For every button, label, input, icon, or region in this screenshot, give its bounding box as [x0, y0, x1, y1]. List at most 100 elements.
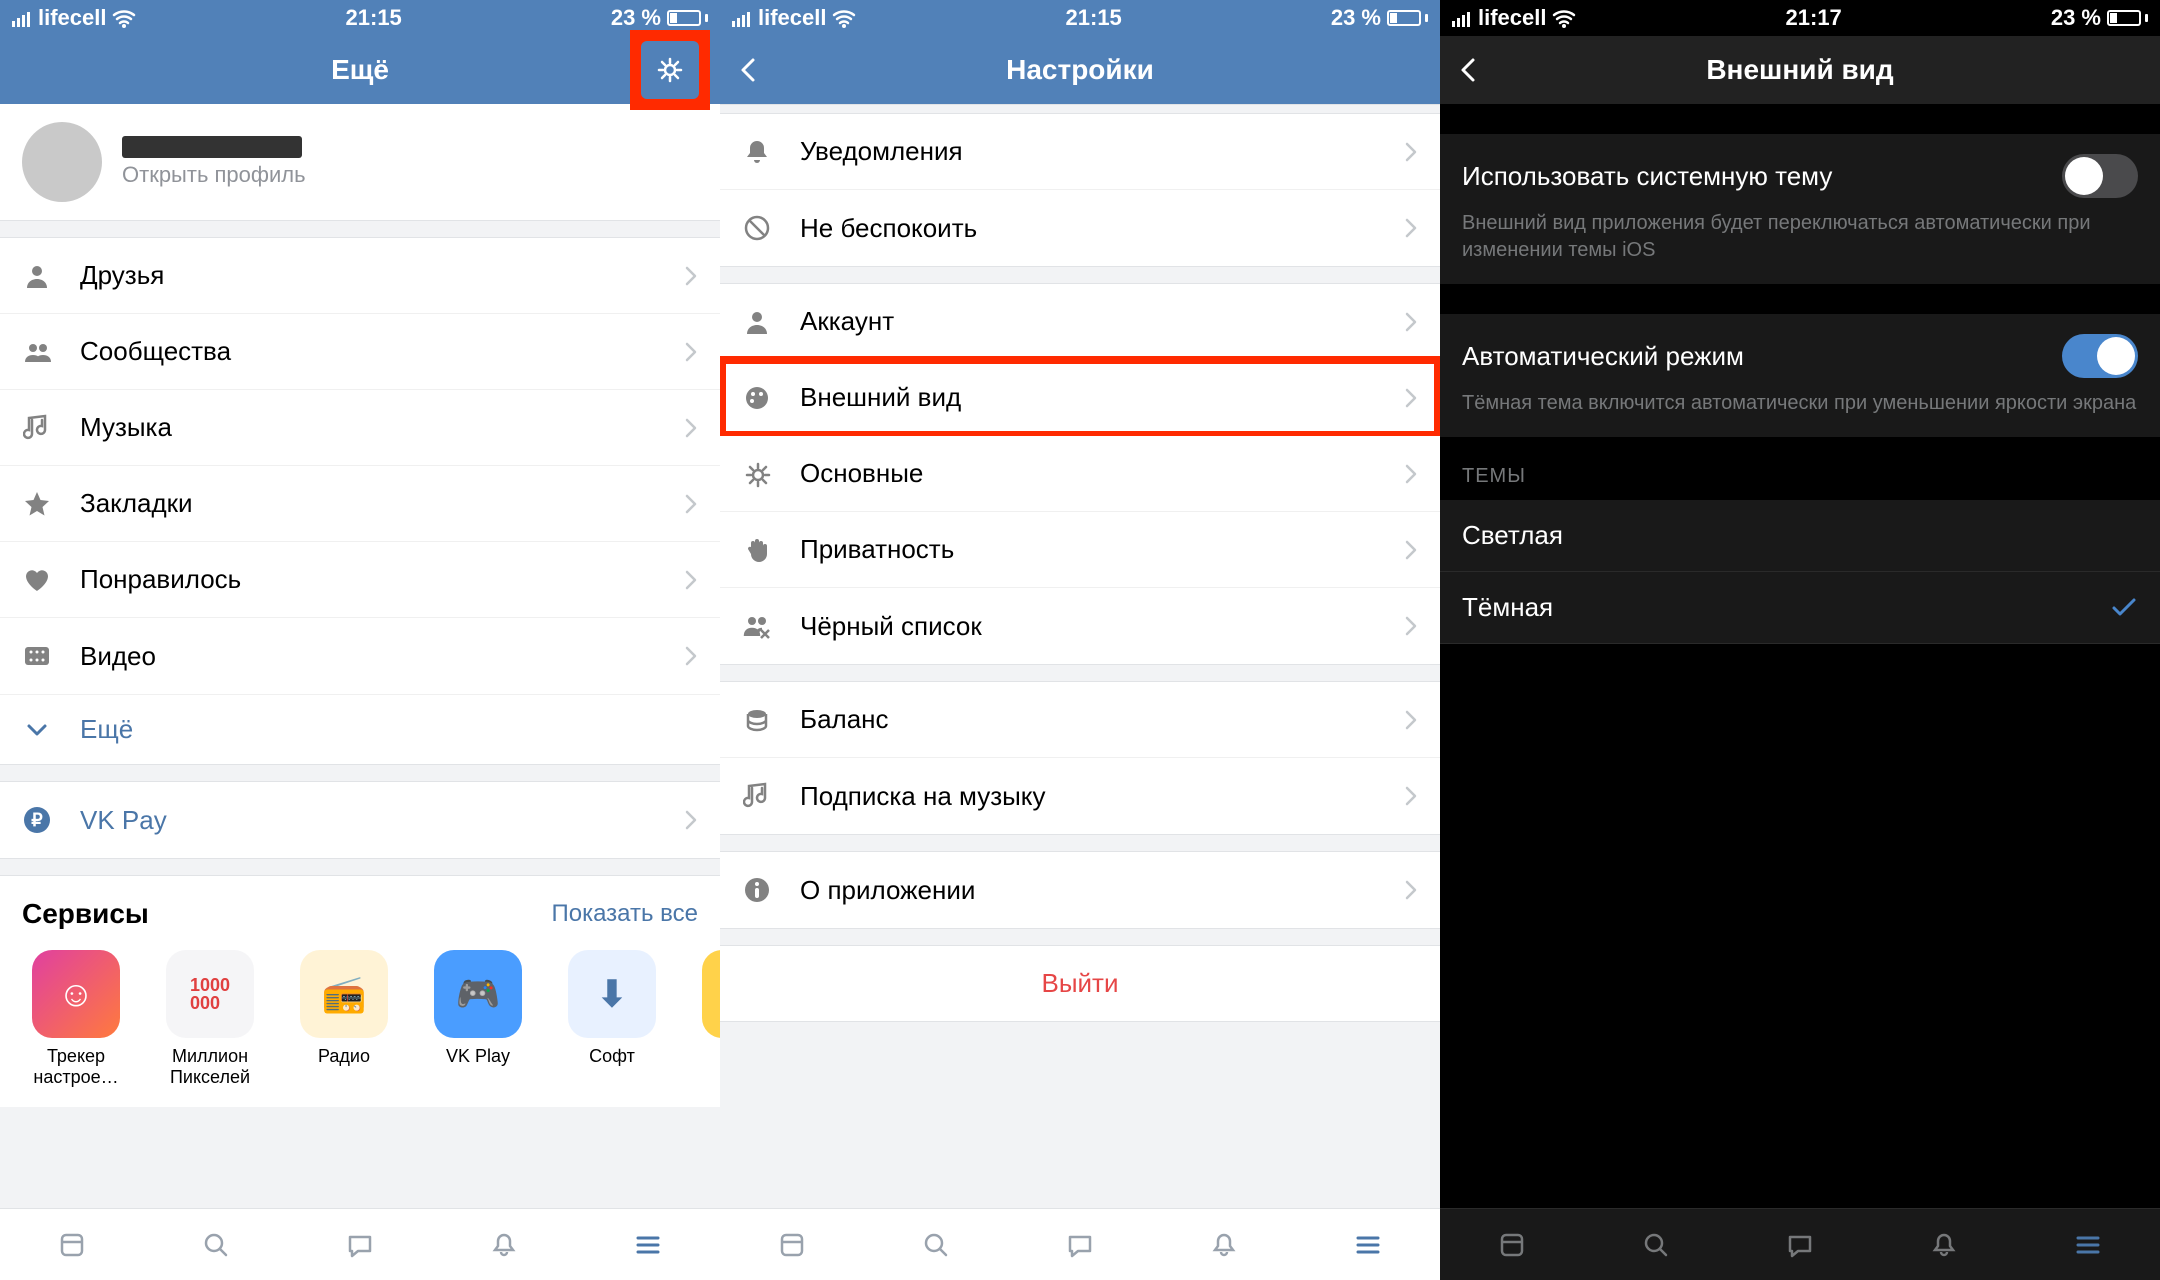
users-icon	[22, 337, 52, 367]
menu-label: Сообщества	[80, 336, 656, 367]
menu-item-music[interactable]: Музыка	[0, 390, 720, 466]
clock-label: 21:17	[1786, 5, 1842, 31]
menu-label: Внешний вид	[800, 382, 1376, 413]
settings-item-music-sub[interactable]: Подписка на музыку	[720, 758, 1440, 834]
settings-item-balance[interactable]: Баланс	[720, 682, 1440, 758]
menu-label: Друзья	[80, 260, 656, 291]
service-item[interactable]: ☺Трекер настрое…	[22, 950, 130, 1087]
signal-icon	[1452, 9, 1472, 27]
battery-label: 23 %	[1331, 5, 1381, 31]
expand-more-button[interactable]: Ещё	[0, 694, 720, 764]
menu-label: Закладки	[80, 488, 656, 519]
chevron-right-icon	[1404, 710, 1418, 730]
tab-feed[interactable]	[54, 1227, 90, 1263]
service-icon: ⬇	[568, 950, 656, 1038]
chevron-right-icon	[1404, 786, 1418, 806]
services-header: Сервисы Показать все	[0, 876, 720, 942]
tab-notifications[interactable]	[486, 1227, 522, 1263]
service-item[interactable]: 🎮VK Play	[424, 950, 532, 1087]
menu-label: Чёрный список	[800, 611, 1376, 642]
tab-messages[interactable]	[1062, 1227, 1098, 1263]
tab-search[interactable]	[1638, 1227, 1674, 1263]
avatar	[22, 122, 102, 202]
settings-item-account[interactable]: Аккаунт	[720, 284, 1440, 360]
user-icon	[22, 261, 52, 291]
tab-menu[interactable]	[1350, 1227, 1386, 1263]
tab-menu[interactable]	[2070, 1227, 2106, 1263]
service-item[interactable]: ▲Ораку	[692, 950, 720, 1087]
menu-item-vkpay[interactable]: VK Pay	[0, 782, 720, 858]
tab-menu[interactable]	[630, 1227, 666, 1263]
menu-item-bookmarks[interactable]: Закладки	[0, 466, 720, 542]
tab-feed[interactable]	[1494, 1227, 1530, 1263]
info-icon	[742, 875, 772, 905]
settings-item-about[interactable]: О приложении	[720, 852, 1440, 928]
carrier-label: lifecell	[38, 5, 106, 31]
battery-label: 23 %	[611, 5, 661, 31]
signal-icon	[12, 9, 32, 27]
user-icon	[742, 307, 772, 337]
status-bar: lifecell 21:17 23 %	[1440, 0, 2160, 36]
settings-item-notifications[interactable]: Уведомления	[720, 114, 1440, 190]
profile-row[interactable]: Открыть профиль	[0, 104, 720, 220]
profile-subtitle: Открыть профиль	[122, 162, 306, 188]
menu-item-friends[interactable]: Друзья	[0, 238, 720, 314]
back-button[interactable]	[738, 57, 758, 83]
themes-section-header: ТЕМЫ	[1440, 437, 2160, 500]
settings-item-privacy[interactable]: Приватность	[720, 512, 1440, 588]
music-icon	[742, 781, 772, 811]
settings-item-general[interactable]: Основные	[720, 436, 1440, 512]
settings-item-appearance[interactable]: Внешний вид	[720, 360, 1440, 436]
page-title: Внешний вид	[1706, 54, 1893, 86]
menu-item-video[interactable]: Видео	[0, 618, 720, 694]
chevron-down-icon	[22, 715, 52, 745]
service-item[interactable]: 📻Радио	[290, 950, 398, 1087]
auto-mode-toggle[interactable]	[2062, 334, 2138, 378]
service-item[interactable]: ⬇Софт	[558, 950, 666, 1087]
battery-icon	[2107, 10, 2148, 26]
settings-item-dnd[interactable]: Не беспокоить	[720, 190, 1440, 266]
menu-label: Подписка на музыку	[800, 781, 1376, 812]
settings-button[interactable]	[641, 41, 699, 99]
profile-name-redacted	[122, 136, 302, 158]
tab-feed[interactable]	[774, 1227, 810, 1263]
menu-item-liked[interactable]: Понравилось	[0, 542, 720, 618]
service-icon: 🎮	[434, 950, 522, 1038]
screen-more: lifecell 21:15 23 % Ещё Открыть профиль	[0, 0, 720, 1280]
chevron-right-icon	[1404, 218, 1418, 238]
clock-label: 21:15	[1066, 5, 1122, 31]
clock-label: 21:15	[346, 5, 402, 31]
tab-search[interactable]	[918, 1227, 954, 1263]
back-button[interactable]	[1458, 57, 1478, 83]
tab-notifications[interactable]	[1206, 1227, 1242, 1263]
theme-option-light[interactable]: Светлая	[1440, 500, 2160, 572]
wifi-icon	[1552, 7, 1576, 29]
chevron-right-icon	[1404, 312, 1418, 332]
system-theme-toggle[interactable]	[2062, 154, 2138, 198]
bell-icon	[742, 137, 772, 167]
settings-button-highlight	[630, 30, 710, 110]
music-icon	[22, 413, 52, 443]
services-row: ☺Трекер настрое… 1000000Миллион Пикселей…	[0, 942, 720, 1107]
service-item[interactable]: 1000000Миллион Пикселей	[156, 950, 264, 1087]
menu-label: О приложении	[800, 875, 1376, 906]
menu-item-communities[interactable]: Сообщества	[0, 314, 720, 390]
theme-option-dark[interactable]: Тёмная	[1440, 572, 2160, 644]
blacklist-icon	[742, 611, 772, 641]
chevron-right-icon	[684, 494, 698, 514]
settings-item-blacklist[interactable]: Чёрный список	[720, 588, 1440, 664]
setting-description: Тёмная тема включится автоматически при …	[1462, 390, 2138, 417]
service-icon: ☺	[32, 950, 120, 1038]
menu-label: Музыка	[80, 412, 656, 443]
chevron-right-icon	[1404, 464, 1418, 484]
tab-search[interactable]	[198, 1227, 234, 1263]
menu-label: Уведомления	[800, 136, 1376, 167]
menu-label: Понравилось	[80, 564, 656, 595]
tab-messages[interactable]	[1782, 1227, 1818, 1263]
tab-notifications[interactable]	[1926, 1227, 1962, 1263]
signout-button[interactable]: Выйти	[720, 946, 1440, 1021]
carrier-label: lifecell	[758, 5, 826, 31]
tab-messages[interactable]	[342, 1227, 378, 1263]
show-all-link[interactable]: Показать все	[551, 900, 698, 928]
service-icon: 📻	[300, 950, 388, 1038]
